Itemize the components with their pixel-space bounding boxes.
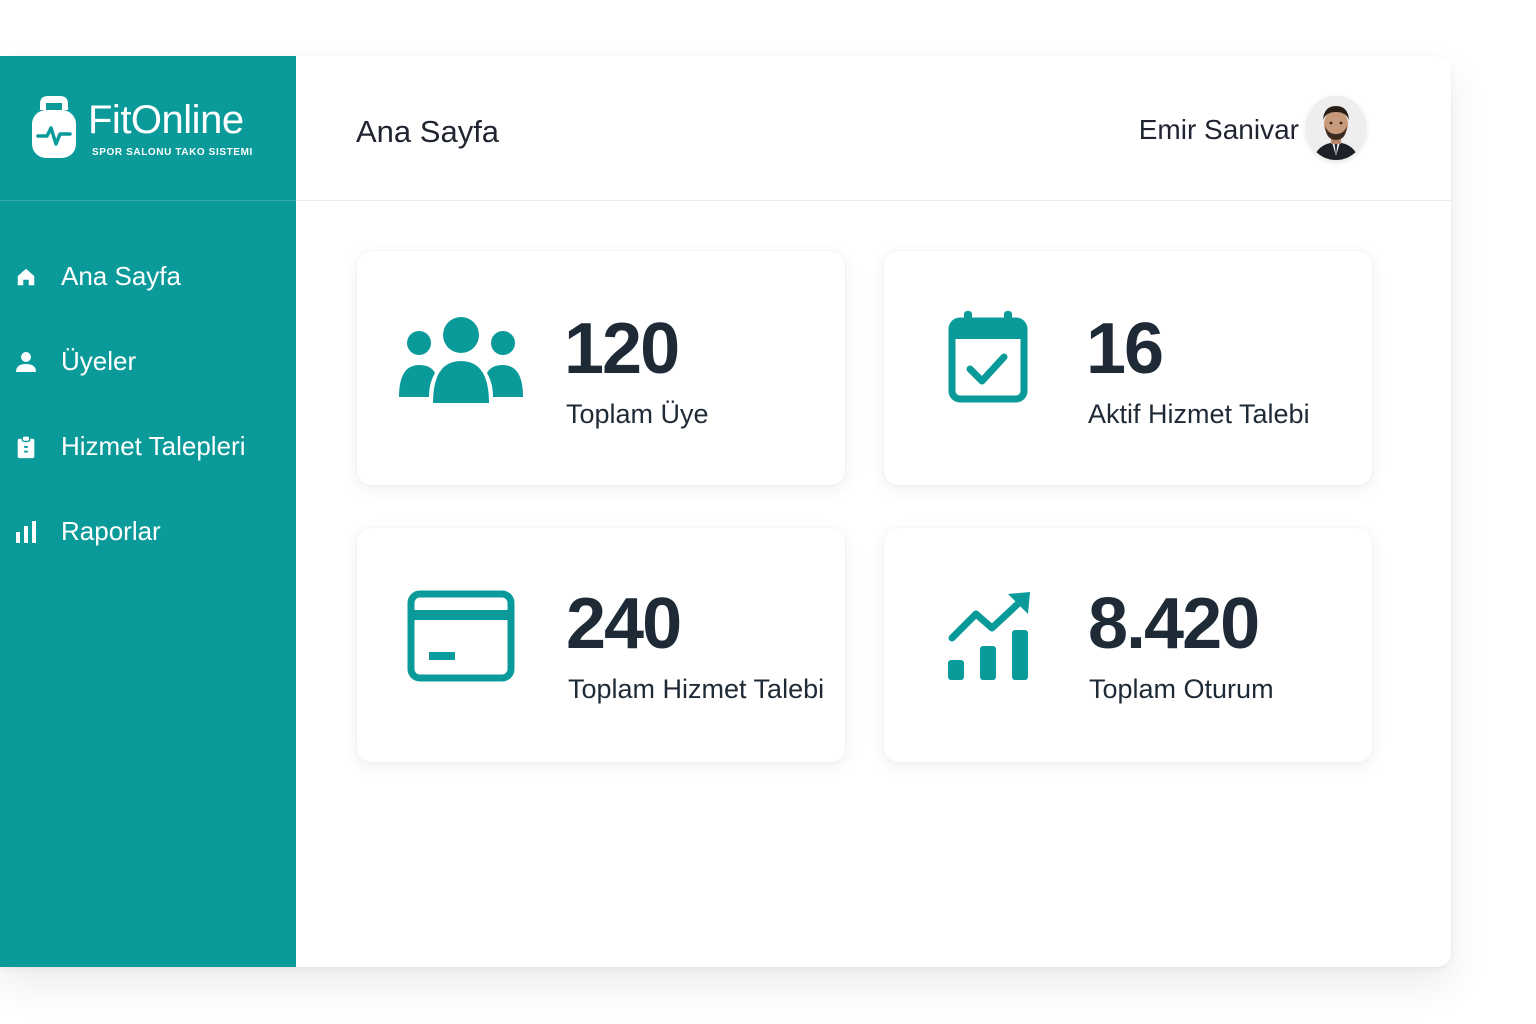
user-icon bbox=[14, 350, 38, 374]
logo-icon bbox=[32, 96, 76, 158]
sidebar-nav: Ana Sayfa Üyeler Hizmet Talepleri Raporl… bbox=[0, 234, 296, 574]
stat-value: 240 bbox=[566, 584, 682, 664]
avatar[interactable] bbox=[1306, 96, 1366, 160]
stat-label: Toplam Hizmet Talebi bbox=[568, 674, 825, 704]
sidebar-item-label: Üyeler bbox=[61, 346, 137, 376]
app-name: FitOnline bbox=[88, 98, 244, 142]
users-icon bbox=[399, 317, 523, 403]
stat-label: Toplam Oturum bbox=[1089, 674, 1274, 704]
sidebar-item-label: Raporlar bbox=[61, 516, 161, 546]
home-icon bbox=[14, 265, 38, 289]
stat-value: 120 bbox=[564, 309, 680, 389]
app-window: FitOnline SPOR SALONU TAKO SISTEMI Ana S… bbox=[0, 56, 1451, 967]
sidebar-item-hizmet-talepleri[interactable]: Hizmet Talepleri bbox=[0, 404, 296, 489]
page-title: Ana Sayfa bbox=[356, 114, 500, 149]
sidebar: FitOnline SPOR SALONU TAKO SISTEMI Ana S… bbox=[0, 56, 296, 967]
stat-label: Aktif Hizmet Talebi bbox=[1088, 399, 1310, 429]
stat-card-active-requests[interactable]: 16 Aktif Hizmet Talebi bbox=[884, 251, 1372, 485]
trending-up-icon bbox=[948, 592, 1030, 680]
credit-card-icon bbox=[407, 590, 515, 682]
sidebar-item-label: Hizmet Talepleri bbox=[61, 431, 246, 461]
app-subtitle: SPOR SALONU TAKO SISTEMI bbox=[92, 147, 253, 158]
stat-card-total-requests[interactable]: 240 Toplam Hizmet Talebi bbox=[357, 528, 845, 762]
clipboard-icon bbox=[14, 434, 38, 459]
stat-value: 16 bbox=[1086, 309, 1164, 389]
bar-chart-icon bbox=[14, 520, 38, 544]
sidebar-item-label: Ana Sayfa bbox=[61, 261, 181, 291]
stat-card-sessions[interactable]: 8.420 Toplam Oturum bbox=[884, 528, 1372, 762]
stat-card-members[interactable]: 120 Toplam Üye bbox=[357, 251, 845, 485]
user-name[interactable]: Emir Sanivar bbox=[1139, 114, 1299, 146]
sidebar-item-uyeler[interactable]: Üyeler bbox=[0, 319, 296, 404]
stat-value: 8.420 bbox=[1088, 584, 1260, 664]
brand: FitOnline SPOR SALONU TAKO SISTEMI bbox=[0, 56, 296, 201]
sidebar-item-ana-sayfa[interactable]: Ana Sayfa bbox=[0, 234, 296, 319]
sidebar-item-raporlar[interactable]: Raporlar bbox=[0, 489, 296, 574]
topbar: Ana Sayfa Emir Sanivar bbox=[296, 56, 1451, 201]
stat-label: Toplam Üye bbox=[566, 399, 709, 429]
calendar-check-icon bbox=[948, 311, 1028, 403]
